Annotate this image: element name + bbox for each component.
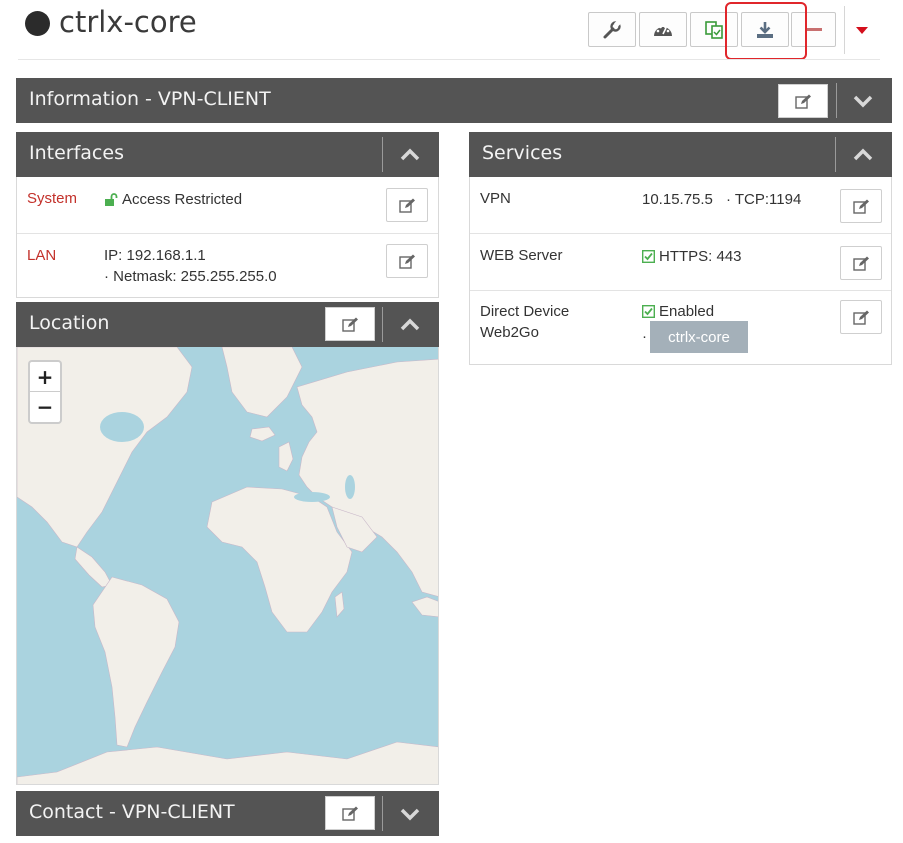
lan-edit-button[interactable]	[386, 244, 428, 278]
web2go-link-button[interactable]: ctrlx-core	[650, 321, 748, 353]
web2go-bullet: ·	[642, 328, 647, 345]
interface-row-lan: LAN IP: 192.168.1.1 · Netmask: 255.255.2…	[17, 234, 438, 298]
dashboard-icon	[654, 25, 672, 36]
edit-icon	[341, 317, 358, 332]
system-access-text: Access Restricted	[122, 191, 243, 208]
header-separator	[382, 307, 383, 342]
header-separator	[382, 796, 383, 831]
services-panel-body: VPN 10.15.75.5 · TCP:1194 WEB Server HTT…	[469, 177, 892, 365]
web2go-status: Enabled	[642, 301, 714, 322]
edit-icon	[794, 94, 811, 109]
wrench-icon	[603, 19, 622, 38]
contact-panel-header: Contact - VPN-CLIENT	[16, 791, 439, 836]
header-divider	[18, 59, 880, 60]
service-label: WEB Server	[480, 247, 563, 264]
service-label-line1: Direct Device	[480, 303, 570, 320]
interfaces-panel-header: Interfaces	[16, 132, 439, 177]
settings-button[interactable]	[588, 12, 636, 47]
interfaces-title: Interfaces	[29, 142, 124, 164]
header-separator	[382, 137, 383, 172]
service-row-web2go: Direct Device Web2Go Enabled · ctrlx-cor…	[470, 291, 891, 365]
map-tiles	[17, 347, 438, 784]
zoom-in-button[interactable]: +	[30, 362, 60, 392]
edit-icon	[852, 310, 869, 325]
check-icon	[642, 305, 655, 318]
services-panel-header: Services	[469, 132, 892, 177]
zoom-out-button[interactable]: −	[30, 392, 60, 422]
edit-icon	[852, 256, 869, 271]
toolbar-divider	[844, 6, 845, 54]
chevron-up-icon[interactable]	[852, 144, 874, 166]
location-edit-button[interactable]	[325, 307, 375, 341]
caret-down-icon[interactable]	[856, 27, 868, 34]
web-server-port: HTTPS: 443	[659, 248, 742, 265]
edit-icon	[398, 254, 415, 269]
service-label: VPN	[480, 190, 511, 207]
map-zoom-control: + −	[28, 360, 62, 424]
info-panel-title: Information - VPN-CLIENT	[29, 88, 271, 110]
location-title: Location	[29, 312, 110, 334]
check-icon	[642, 250, 655, 263]
interface-row-system: System Access Restricted	[17, 177, 438, 234]
header-separator	[836, 83, 837, 118]
service-label-line2: Web2Go	[480, 324, 539, 341]
edit-icon	[341, 806, 358, 821]
download-icon	[757, 21, 773, 38]
device-status-dot	[25, 11, 50, 36]
web-server-edit-button[interactable]	[840, 246, 882, 280]
unlock-icon	[105, 193, 118, 206]
copy-icon	[705, 20, 723, 39]
interface-label: System	[27, 190, 78, 207]
header-separator	[835, 137, 836, 172]
interfaces-panel-body: System Access Restricted LAN IP: 192.168…	[16, 177, 439, 298]
info-edit-button[interactable]	[778, 84, 828, 118]
chevron-down-icon[interactable]	[399, 803, 421, 825]
interface-value: Access Restricted	[104, 189, 242, 210]
contact-edit-button[interactable]	[325, 796, 375, 830]
copy-button[interactable]	[690, 12, 738, 47]
dashboard-button[interactable]	[639, 12, 687, 47]
lan-ip-text: IP: 192.168.1.1	[104, 247, 206, 264]
vpn-address: 10.15.75.5	[642, 191, 713, 208]
location-panel-header: Location	[16, 302, 439, 347]
vpn-edit-button[interactable]	[840, 189, 882, 223]
info-panel-header: Information - VPN-CLIENT	[16, 78, 892, 123]
contact-title: Contact - VPN-CLIENT	[29, 801, 235, 823]
interface-label: LAN	[27, 247, 57, 264]
vpn-port: · TCP:1194	[726, 191, 802, 208]
device-title: ctrlx-core	[59, 5, 197, 39]
chevron-up-icon[interactable]	[399, 144, 421, 166]
minus-icon	[805, 27, 822, 31]
lan-netmask-text: · Netmask: 255.255.255.0	[104, 268, 277, 285]
service-row-web-server: WEB Server HTTPS: 443	[470, 234, 891, 291]
web-server-value: HTTPS: 443	[642, 246, 742, 267]
service-row-vpn: VPN 10.15.75.5 · TCP:1194	[470, 177, 891, 234]
page-header: ctrlx-core	[0, 0, 903, 60]
edit-icon	[398, 198, 415, 213]
system-edit-button[interactable]	[386, 188, 428, 222]
world-map[interactable]	[16, 347, 439, 785]
chevron-down-icon[interactable]	[852, 90, 874, 112]
remove-button[interactable]	[791, 12, 836, 47]
chevron-up-icon[interactable]	[399, 314, 421, 336]
services-title: Services	[482, 142, 563, 164]
web2go-enabled-text: Enabled	[659, 303, 715, 320]
download-button[interactable]	[741, 12, 789, 47]
edit-icon	[852, 199, 869, 214]
web2go-edit-button[interactable]	[840, 300, 882, 334]
